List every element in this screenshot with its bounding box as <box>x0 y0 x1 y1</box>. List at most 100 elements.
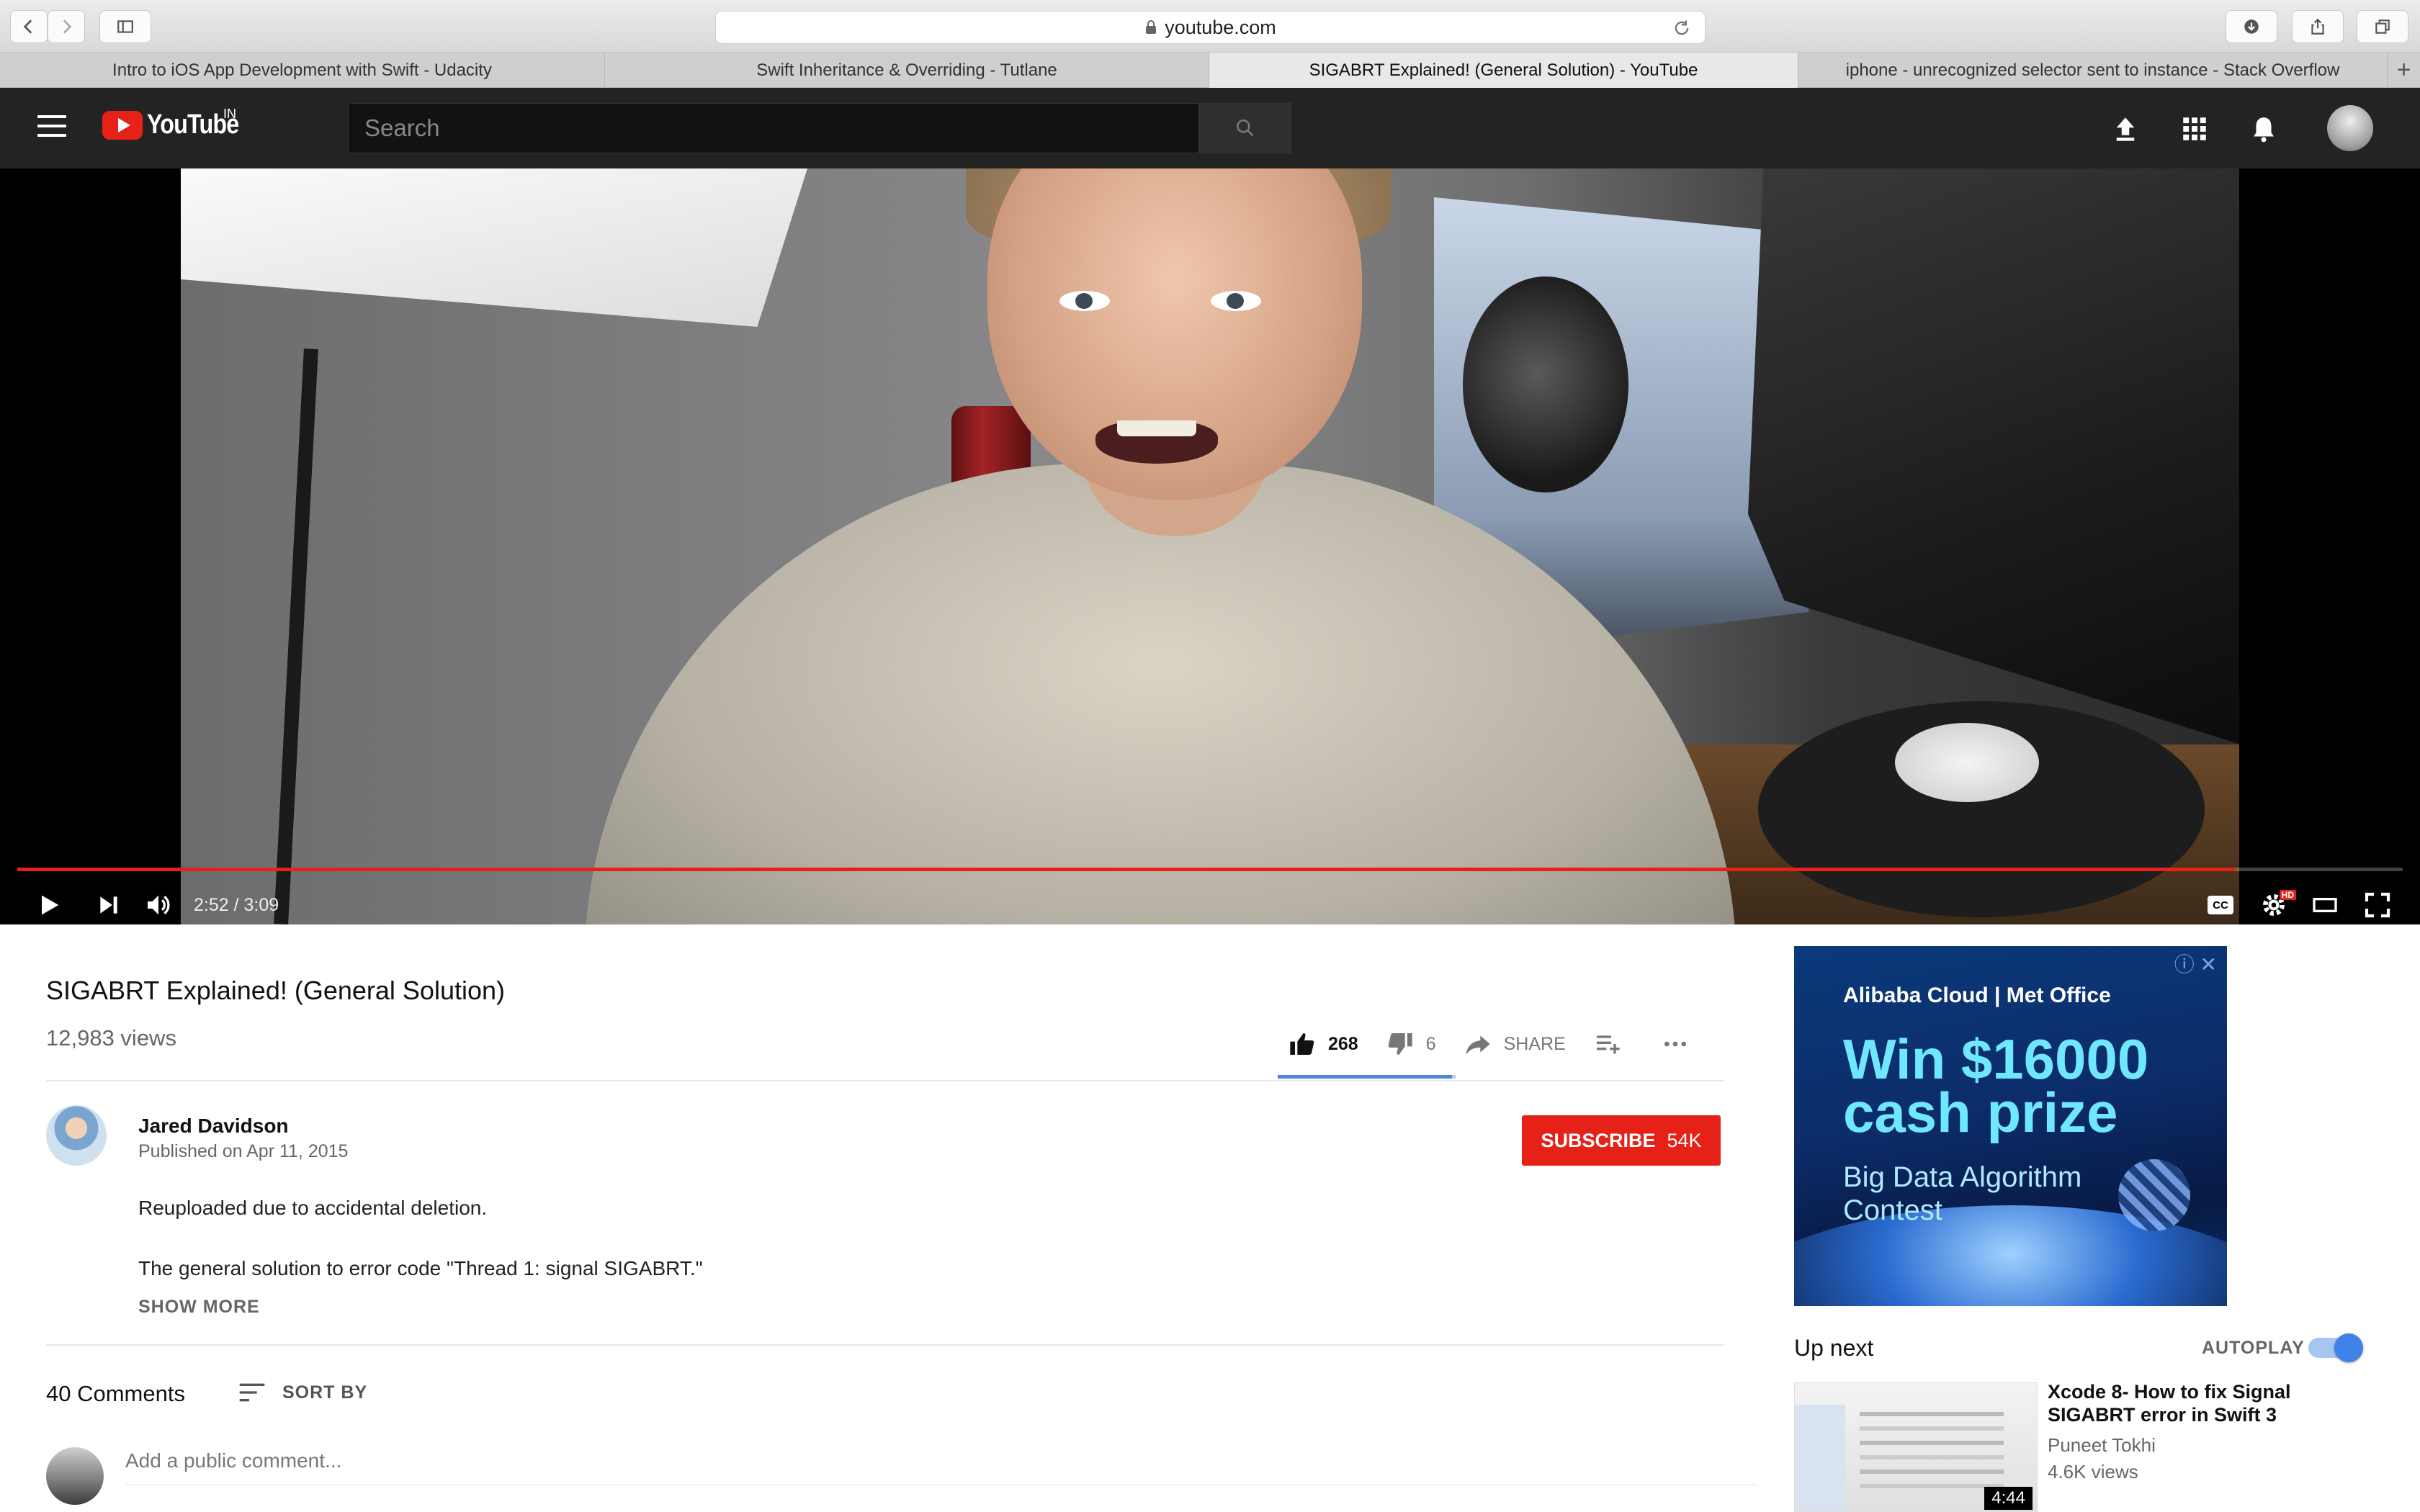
sort-icon <box>239 1383 265 1402</box>
description-line: Reuploaded due to accidental deletion. <box>138 1197 488 1219</box>
apps-grid-icon[interactable] <box>2179 114 2210 144</box>
tab-tutlane[interactable]: Swift Inheritance & Overriding - Tutlane <box>605 53 1209 88</box>
lock-icon <box>1146 20 1157 34</box>
tab-stackoverflow[interactable]: iphone - unrecognized selector sent to i… <box>1798 53 2388 88</box>
forward-button[interactable] <box>48 10 85 43</box>
address-bar[interactable]: youtube.com <box>715 11 1706 44</box>
notifications-bell-icon[interactable] <box>2249 114 2279 144</box>
sidebar-toggle-button[interactable] <box>99 10 151 43</box>
show-more-button[interactable]: SHOW MORE <box>138 1297 260 1318</box>
new-tab-button[interactable]: + <box>2388 53 2420 87</box>
ad-banner[interactable]: ⓘ ✕ Alibaba Cloud | Met Office Win $1600… <box>1794 946 2227 1306</box>
video-player[interactable]: 2:52 / 3:09 CC HD <box>0 168 2420 924</box>
cc-label: CC <box>2213 899 2228 912</box>
upload-icon[interactable] <box>2110 114 2141 144</box>
search-button[interactable] <box>1199 103 1291 153</box>
recommendation-thumbnail[interactable]: 4:44 <box>1794 1382 2038 1512</box>
url-text: youtube.com <box>1165 16 1276 38</box>
ad-brand: Alibaba Cloud | Met Office <box>1843 984 2111 1007</box>
tabs-overview-icon <box>2375 19 2390 34</box>
tab-youtube[interactable]: SIGABRT Explained! (General Solution) - … <box>1209 53 1798 88</box>
add-to-playlist-button[interactable] <box>1593 1030 1634 1058</box>
share-arrow-icon <box>1465 1035 1490 1055</box>
time-display: 2:52 / 3:09 <box>194 895 279 915</box>
ad-headline-line: Win $16000 <box>1843 1027 2149 1091</box>
play-icon <box>42 895 59 915</box>
video-title: SIGABRT Explained! (General Solution) <box>46 976 505 1005</box>
play-button[interactable] <box>32 888 66 922</box>
share-label: SHARE <box>1503 1033 1566 1054</box>
share-video-button[interactable]: SHARE <box>1464 1030 1566 1058</box>
user-avatar <box>46 1447 104 1505</box>
reload-icon[interactable] <box>1672 18 1692 38</box>
account-avatar[interactable] <box>2327 105 2373 151</box>
download-icon <box>2244 19 2259 34</box>
progress-played <box>17 868 2236 871</box>
captions-icon: CC <box>2208 896 2233 914</box>
recommendation-title[interactable]: Xcode 8- How to fix Signal SIGABRT error… <box>2048 1380 2365 1426</box>
next-icon <box>100 896 117 914</box>
more-actions-button[interactable] <box>1661 1030 1701 1058</box>
youtube-header: YouTube IN Search <box>0 88 2420 168</box>
video-actions: 268 6 SHARE <box>1288 1022 1729 1066</box>
up-next-heading: Up next <box>1794 1335 1874 1361</box>
autoplay-toggle[interactable] <box>2308 1333 2363 1362</box>
dislike-count: 6 <box>1425 1033 1436 1054</box>
back-button[interactable] <box>10 10 48 43</box>
tab-bar: Intro to iOS App Development with Swift … <box>0 53 2420 88</box>
fullscreen-icon <box>2365 892 2390 918</box>
tab-udacity[interactable]: Intro to iOS App Development with Swift … <box>0 53 605 88</box>
forward-icon <box>63 19 72 34</box>
volume-button[interactable] <box>141 888 176 922</box>
video-frame <box>181 168 2239 924</box>
like-button[interactable]: 268 <box>1288 1030 1358 1058</box>
sort-comments-button[interactable]: SORT BY <box>238 1381 367 1404</box>
ad-headline: Win $16000 cash prize <box>1843 1027 2149 1144</box>
next-button[interactable] <box>94 888 124 922</box>
progress-bar[interactable] <box>17 868 2403 871</box>
tabs-overview-button[interactable] <box>2357 10 2408 43</box>
sidebar-icon <box>117 20 133 33</box>
hd-badge: HD <box>2279 890 2296 900</box>
back-icon <box>23 19 32 34</box>
fullscreen-button[interactable] <box>2361 888 2394 922</box>
volume-icon <box>148 895 170 915</box>
captions-button[interactable]: CC <box>2204 888 2237 922</box>
subscribe-label: SUBSCRIBE <box>1541 1129 1656 1151</box>
subscribe-button[interactable]: SUBSCRIBE 54K <box>1522 1115 1721 1166</box>
description-line: The general solution to error code "Thre… <box>138 1257 703 1279</box>
ad-subtext-line: Contest <box>1843 1194 1942 1226</box>
search-input[interactable]: Search <box>348 103 1199 153</box>
publish-date: Published on Apr 11, 2015 <box>138 1141 349 1161</box>
ad-close-icon[interactable]: ⓘ ✕ <box>2174 949 2217 978</box>
add-to-playlist-icon <box>1596 1035 1620 1054</box>
channel-name[interactable]: Jared Davidson <box>138 1115 289 1138</box>
youtube-play-logo-icon <box>102 110 143 140</box>
settings-button[interactable]: HD <box>2256 888 2296 922</box>
comment-input[interactable]: Add a public comment... <box>125 1449 1757 1485</box>
like-count: 268 <box>1328 1033 1358 1054</box>
country-code: IN <box>223 107 236 121</box>
recommendation-views: 4.6K views <box>2048 1461 2138 1482</box>
share-icon <box>2311 18 2324 35</box>
dislike-button[interactable]: 6 <box>1386 1030 1436 1058</box>
sort-label: SORT BY <box>282 1382 368 1403</box>
downloads-button[interactable] <box>2226 10 2277 43</box>
search-icon <box>1237 120 1254 137</box>
subscriber-count: 54K <box>1667 1129 1702 1151</box>
ad-headline-line: cash prize <box>1843 1081 2118 1144</box>
youtube-logo[interactable]: YouTube IN <box>102 107 255 140</box>
thumbs-up-icon <box>1290 1033 1314 1055</box>
share-button[interactable] <box>2292 10 2344 43</box>
autoplay-label: AUTOPLAY <box>2202 1338 2305 1358</box>
menu-icon[interactable] <box>37 115 66 140</box>
thumbs-down-icon <box>1388 1033 1412 1055</box>
channel-avatar[interactable] <box>46 1105 107 1166</box>
like-dislike-bar <box>1278 1075 1456 1079</box>
view-count: 12,983 views <box>46 1025 176 1050</box>
divider <box>46 1080 1724 1081</box>
ad-subtext: Big Data Algorithm Contest <box>1843 1161 2081 1227</box>
theater-mode-button[interactable] <box>2308 888 2341 922</box>
video-duration: 4:44 <box>1984 1487 2033 1510</box>
ad-subtext-line: Big Data Algorithm <box>1843 1161 2082 1193</box>
